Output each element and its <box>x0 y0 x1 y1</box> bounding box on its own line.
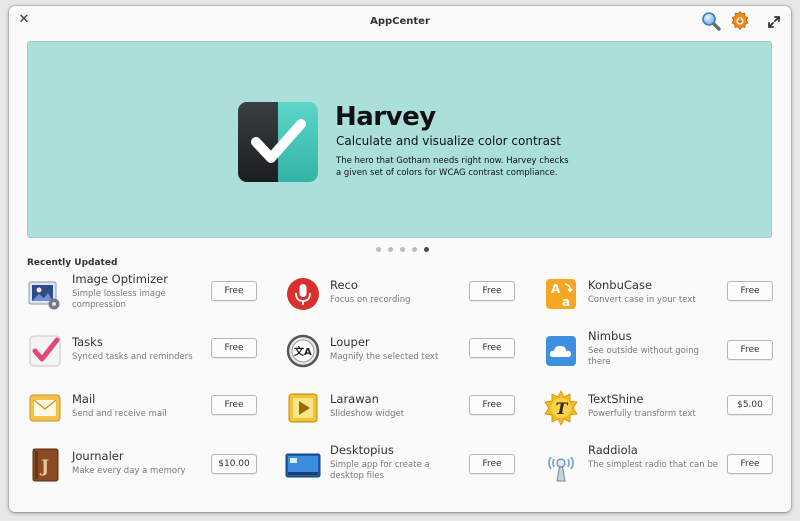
app-summary: Magnify the selected text <box>330 352 439 362</box>
svg-text:J: J <box>39 457 49 477</box>
radio-antenna-icon <box>543 447 579 483</box>
microphone-icon <box>285 276 321 312</box>
price-button[interactable]: Free <box>469 454 515 474</box>
svg-text:文A: 文A <box>294 345 312 358</box>
app-tile-louper[interactable]: 文A Louper Magnify the selected text Free <box>285 329 525 375</box>
maximize-icon <box>768 16 780 28</box>
price-button[interactable]: Free <box>469 281 515 301</box>
page-dot-1[interactable] <box>376 247 381 252</box>
app-tile-mail[interactable]: Mail Send and receive mail Free <box>27 386 267 432</box>
banner-page-indicator <box>376 247 429 252</box>
price-button[interactable]: $10.00 <box>211 454 257 474</box>
price-button[interactable]: Free <box>727 340 773 360</box>
checkmark-icon <box>27 333 63 369</box>
featured-banner[interactable]: Harvey Calculate and visualize color con… <box>27 41 772 238</box>
app-name: Image Optimizer <box>72 272 168 286</box>
app-name: Tasks <box>72 335 103 349</box>
price-button[interactable]: Free <box>469 338 515 358</box>
desktop-icon <box>285 447 321 483</box>
cloud-icon <box>543 333 579 369</box>
page-dot-2[interactable] <box>388 247 393 252</box>
app-name: Raddiola <box>588 443 638 457</box>
search-button[interactable] <box>700 10 722 32</box>
app-tile-image-optimizer[interactable]: Image Optimizer Simple lossless image co… <box>27 272 267 318</box>
app-name: Desktopius <box>330 443 394 457</box>
price-button[interactable]: $5.00 <box>727 395 773 415</box>
app-tile-larawan[interactable]: Larawan Slideshow widget Free <box>285 386 525 432</box>
app-summary: The simplest radio that can be <box>588 460 718 470</box>
app-tile-textshine[interactable]: T TextShine Powerfully transform text $5… <box>543 386 783 432</box>
envelope-icon <box>27 390 63 426</box>
price-button[interactable]: Free <box>469 395 515 415</box>
banner-app-summary: Calculate and visualize color contrast <box>336 134 561 148</box>
app-summary: See outside without going there <box>588 346 699 367</box>
app-name: TextShine <box>588 392 644 406</box>
updates-gear-icon <box>731 10 749 31</box>
app-summary: Simple app for create a desktop files <box>330 460 430 481</box>
search-icon <box>702 12 721 31</box>
banner-app-name: Harvey <box>335 102 436 132</box>
app-tile-raddiola[interactable]: Raddiola The simplest radio that can be … <box>543 443 783 489</box>
app-summary: Focus on recording <box>330 295 411 305</box>
page-dot-4[interactable] <box>412 247 417 252</box>
app-summary: Powerfully transform text <box>588 409 696 419</box>
app-tile-journaler[interactable]: J Journaler Make every day a memory $10.… <box>27 443 267 489</box>
app-tile-nimbus[interactable]: Nimbus See outside without going there F… <box>543 329 783 375</box>
price-button[interactable]: Free <box>211 395 257 415</box>
app-summary: Convert case in your text <box>588 295 696 305</box>
window-title: AppCenter <box>370 15 430 27</box>
harvey-app-icon <box>238 102 318 182</box>
play-icon <box>285 390 321 426</box>
app-summary: Send and receive mail <box>72 409 167 419</box>
app-summary: Slideshow widget <box>330 409 405 419</box>
app-name: Larawan <box>330 392 379 406</box>
app-name: Mail <box>72 392 96 406</box>
page-dot-5[interactable] <box>424 247 429 252</box>
app-name: Nimbus <box>588 329 632 343</box>
app-tile-konbucase[interactable]: A a KonbuCase Convert case in your text … <box>543 272 783 318</box>
app-name: Journaler <box>72 449 124 463</box>
app-tile-reco[interactable]: Reco Focus on recording Free <box>285 272 525 318</box>
app-tile-desktopius[interactable]: Desktopius Simple app for create a deskt… <box>285 443 525 489</box>
app-name: Reco <box>330 278 358 292</box>
text-case-icon: A a <box>543 276 579 312</box>
svg-text:T: T <box>556 399 569 418</box>
maximize-button[interactable] <box>767 14 781 28</box>
app-name: KonbuCase <box>588 278 653 292</box>
svg-text:a: a <box>562 295 570 309</box>
app-summary: Simple lossless image compression <box>72 289 166 310</box>
image-optimizer-icon <box>27 276 63 312</box>
header-bar: ✕ AppCenter <box>9 6 791 36</box>
page-dot-3[interactable] <box>400 247 405 252</box>
price-button[interactable]: Free <box>211 338 257 358</box>
close-button[interactable]: ✕ <box>17 13 31 27</box>
app-summary: Make every day a memory <box>72 466 186 476</box>
sun-t-icon: T <box>543 390 579 426</box>
price-button[interactable]: Free <box>727 454 773 474</box>
magnifier-icon: 文A <box>285 333 321 369</box>
journal-icon: J <box>27 447 63 483</box>
appcenter-window: ✕ AppCenter Harvey Calculate and visuali… <box>9 6 791 512</box>
app-summary: Synced tasks and reminders <box>72 352 193 362</box>
updates-button[interactable] <box>729 10 751 32</box>
svg-text:A: A <box>551 282 561 296</box>
banner-app-description: The hero that Gotham needs right now. Ha… <box>336 156 569 178</box>
recently-updated-heading: Recently Updated <box>27 258 118 268</box>
app-name: Louper <box>330 335 370 349</box>
price-button[interactable]: Free <box>727 281 773 301</box>
app-tile-tasks[interactable]: Tasks Synced tasks and reminders Free <box>27 329 267 375</box>
price-button[interactable]: Free <box>211 281 257 301</box>
